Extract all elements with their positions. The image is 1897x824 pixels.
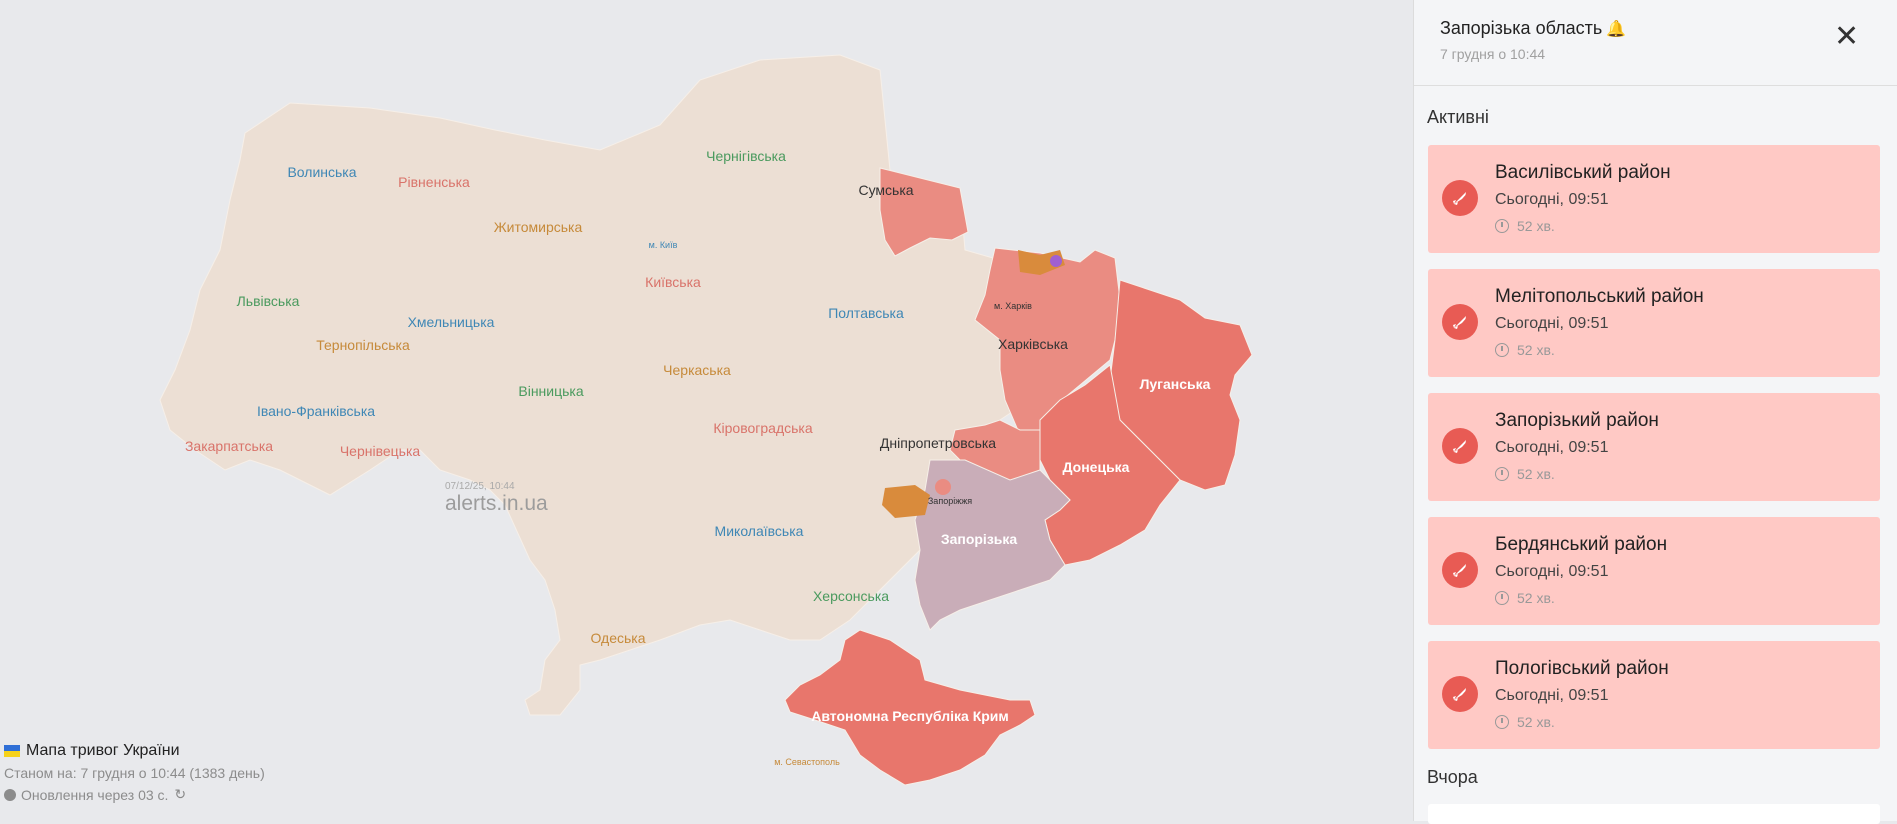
alerts-map[interactable]: Волинська Рівненська Житомирська Чернігівсь… [0, 0, 1413, 821]
mainland-calm[interactable] [159, 54, 1031, 716]
map-title: Мапа тривог України [4, 742, 265, 760]
region-label[interactable]: Черкаська [663, 362, 731, 378]
region-label[interactable]: Чернігівська [706, 148, 786, 164]
region-label[interactable]: Чернівецька [340, 443, 420, 459]
region-label[interactable]: Тернопільська [316, 337, 410, 353]
region-panel: Запорізька область 🔔 7 грудня о 10:44 ✕ … [1413, 0, 1897, 824]
ukraine-map[interactable] [0, 0, 1413, 821]
alert-duration-text: 52 хв. [1517, 466, 1555, 482]
missile-icon [1442, 676, 1478, 712]
panel-title-text: Запорізька область [1440, 18, 1603, 38]
region-label[interactable]: Рівненська [398, 174, 470, 190]
region-label[interactable]: Запоріжжя [928, 496, 972, 506]
region-label[interactable]: Донецька [1063, 459, 1130, 475]
missile-icon [1442, 180, 1478, 216]
region-label[interactable]: Сумська [858, 182, 913, 198]
watermark: alerts.in.ua [445, 492, 548, 515]
clock-icon [1495, 715, 1509, 729]
ukraine-flag-icon [4, 745, 20, 757]
zaporizhzhia-city-dot[interactable] [935, 479, 951, 495]
region-label[interactable]: Дніпропетровська [880, 435, 996, 451]
alert-start-time: Сьогодні, 09:51 [1495, 315, 1609, 332]
status-text: Станом на: 7 грудня о 10:44 (1383 день) [4, 765, 265, 781]
clock-icon [1495, 591, 1509, 605]
yesterday-card[interactable] [1428, 804, 1880, 824]
alert-start-time: Сьогодні, 09:51 [1495, 191, 1609, 208]
region-label[interactable]: Миколаївська [715, 523, 804, 539]
alert-start-time: Сьогодні, 09:51 [1495, 439, 1609, 456]
missile-icon [1442, 304, 1478, 340]
region-label[interactable]: Житомирська [494, 219, 583, 235]
region-label[interactable]: Полтавська [828, 305, 904, 321]
region-label[interactable]: Луганська [1140, 376, 1211, 392]
alert-district-name: Василівський район [1495, 162, 1671, 183]
map-footer: Мапа тривог України Станом на: 7 грудня … [4, 742, 265, 803]
region-label[interactable]: Харківська [998, 336, 1068, 352]
alert-duration-text: 52 хв. [1517, 590, 1555, 606]
alert-card[interactable]: Пологівський район Сьогодні, 09:51 52 хв. [1428, 641, 1880, 749]
region-label[interactable]: Кіровоградська [713, 420, 812, 436]
refresh-icon[interactable]: ↻ [174, 786, 186, 803]
panel-title: Запорізька область 🔔 [1440, 18, 1626, 39]
region-label[interactable]: Хмельницька [408, 314, 495, 330]
region-label[interactable]: Львівська [237, 293, 300, 309]
alert-duration: 52 хв. [1495, 590, 1555, 606]
region-label[interactable]: Вінницька [518, 383, 583, 399]
update-text: Оновлення через 03 с. [21, 786, 169, 803]
status-line: Станом на: 7 грудня о 10:44 (1383 день) [4, 765, 265, 781]
region-label[interactable]: Одеська [590, 630, 645, 646]
alert-duration-text: 52 хв. [1517, 218, 1555, 234]
panel-header: Запорізька область 🔔 7 грудня о 10:44 ✕ [1414, 0, 1897, 86]
alert-duration: 52 хв. [1495, 466, 1555, 482]
alert-district-name: Мелітопольський район [1495, 286, 1704, 307]
alert-duration: 52 хв. [1495, 218, 1555, 234]
panel-subtitle: 7 грудня о 10:44 [1440, 46, 1546, 62]
alert-district-name: Пологівський район [1495, 658, 1669, 679]
region-label[interactable]: м. Київ [649, 240, 678, 250]
alert-duration-text: 52 хв. [1517, 342, 1555, 358]
clock-icon [1495, 467, 1509, 481]
region-label[interactable]: Запорізька [941, 531, 1017, 547]
watermark-date: 07/12/25, 10:44 [445, 481, 515, 492]
active-section-title: Активні [1427, 107, 1489, 127]
alert-district-name: Запорізький район [1495, 410, 1659, 431]
region-label[interactable]: м. Севастополь [774, 757, 840, 767]
bell-icon[interactable]: 🔔 [1606, 19, 1626, 39]
region-label[interactable]: Київська [645, 274, 701, 290]
update-line: Оновлення через 03 с. ↻ [4, 786, 265, 803]
missile-icon [1442, 428, 1478, 464]
alert-card[interactable]: Василівський район Сьогодні, 09:51 52 хв. [1428, 145, 1880, 253]
alert-start-time: Сьогодні, 09:51 [1495, 563, 1609, 580]
clock-icon [1495, 219, 1509, 233]
region-label[interactable]: Волинська [287, 164, 356, 180]
clock-icon [1495, 343, 1509, 357]
alert-card[interactable]: Запорізький район Сьогодні, 09:51 52 хв. [1428, 393, 1880, 501]
alert-card[interactable]: Мелітопольський район Сьогодні, 09:51 52 х… [1428, 269, 1880, 377]
update-dot-icon [4, 788, 16, 801]
region-label[interactable]: Івано-Франківська [257, 403, 375, 419]
alert-start-time: Сьогодні, 09:51 [1495, 687, 1609, 704]
region-label[interactable]: Закарпатська [185, 438, 273, 454]
alert-duration: 52 хв. [1495, 342, 1555, 358]
map-title-text: Мапа тривог України [26, 742, 180, 759]
alert-duration-text: 52 хв. [1517, 714, 1555, 730]
region-label[interactable]: Автономна Республіка Крим [811, 708, 1009, 724]
missile-icon [1442, 552, 1478, 588]
close-icon[interactable]: ✕ [1834, 22, 1859, 52]
yesterday-section-title: Вчора [1427, 767, 1478, 787]
region-label[interactable]: м. Харків [994, 301, 1032, 311]
alert-card[interactable]: Бердянський район Сьогодні, 09:51 52 хв. [1428, 517, 1880, 625]
alert-district-name: Бердянський район [1495, 534, 1668, 555]
region-label[interactable]: Херсонська [813, 588, 889, 604]
alert-duration: 52 хв. [1495, 714, 1555, 730]
